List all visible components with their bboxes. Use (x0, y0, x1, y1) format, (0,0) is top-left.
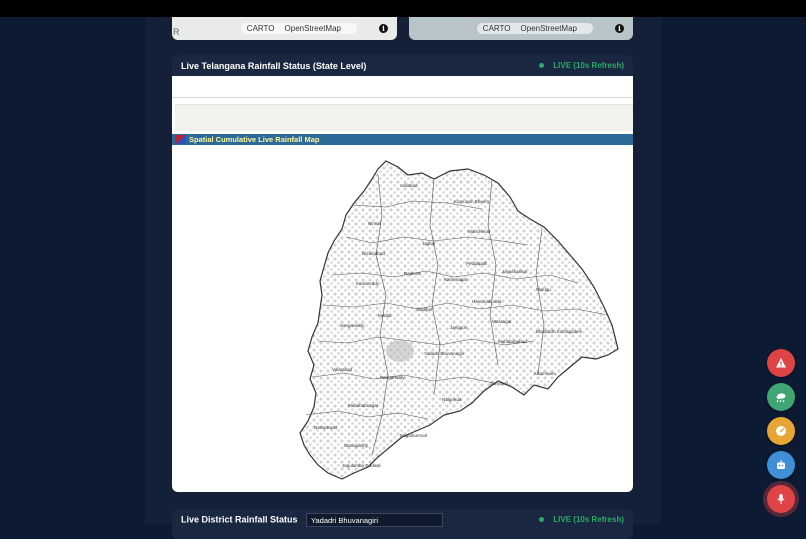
svg-text:Jagtial: Jagtial (422, 241, 435, 246)
rainfall-button[interactable] (767, 383, 795, 411)
voice-button[interactable] (767, 485, 795, 513)
svg-text:Kamareddy: Kamareddy (356, 281, 380, 286)
live-label: LIVE (10s Refresh) (553, 515, 624, 524)
svg-text:Nagarkurnool: Nagarkurnool (400, 433, 427, 438)
live-indicator: LIVE (10s Refresh) (539, 61, 624, 70)
svg-text:Nirmal: Nirmal (368, 221, 381, 226)
gauge-button[interactable] (767, 417, 795, 445)
map-title-bar: Spatial Cumulative Live Rainfall Map (172, 134, 633, 145)
svg-text:Nalgonda: Nalgonda (442, 397, 462, 402)
mini-map-right[interactable]: CARTO OpenStreetMap i (409, 17, 633, 40)
svg-text:Warangal: Warangal (492, 319, 511, 324)
panel-header: Live Telangana Rainfall Status (State Le… (172, 55, 633, 76)
svg-text:Sangareddy: Sangareddy (340, 323, 365, 328)
svg-text:Mancherial: Mancherial (468, 229, 490, 234)
warning-icon (776, 358, 786, 368)
svg-text:Nizamabad: Nizamabad (362, 251, 385, 256)
live-dot-icon (539, 63, 545, 68)
live-dot-icon (539, 517, 545, 522)
district-select[interactable]: Yadadri Bhuvanagiri (306, 512, 444, 527)
map-attribution: CARTO OpenStreetMap (240, 23, 357, 34)
panel-header: Live District Rainfall Status Yadadri Bh… (172, 509, 633, 530)
frame-toolbar-strip (175, 104, 633, 131)
svg-text:Jangaon: Jangaon (450, 325, 468, 330)
rain-cloud-icon (776, 393, 786, 403)
map-title: Spatial Cumulative Live Rainfall Map (189, 135, 320, 144)
svg-text:Narayanpet: Narayanpet (314, 425, 338, 430)
top-black-bar (0, 0, 806, 17)
svg-text:Siddipet: Siddipet (416, 307, 433, 312)
district-rainfall-panel: Live District Rainfall Status Yadadri Bh… (172, 509, 633, 539)
divider (172, 97, 633, 98)
svg-text:Kumuram Bheem: Kumuram Bheem (454, 199, 489, 204)
svg-text:Rangareddy: Rangareddy (380, 375, 405, 380)
svg-text:Hanumakonda: Hanumakonda (472, 299, 502, 304)
svg-text:Suryapet: Suryapet (490, 381, 509, 386)
svg-text:Vikarabad: Vikarabad (332, 367, 353, 372)
info-icon[interactable]: i (615, 24, 624, 33)
osm-link[interactable]: OpenStreetMap (285, 24, 341, 33)
svg-text:Wanaparthy: Wanaparthy (344, 443, 369, 448)
svg-text:Peddapalli: Peddapalli (466, 261, 487, 266)
svg-text:Khammam: Khammam (534, 371, 556, 376)
alert-button[interactable] (767, 349, 795, 377)
chatbot-button[interactable] (767, 451, 795, 479)
embedded-rainfall-frame[interactable]: Spatial Cumulative Live Rainfall Map Adi… (172, 76, 633, 492)
svg-text:Rajanna: Rajanna (404, 271, 421, 276)
svg-text:Yadadri Bhuvanagiri: Yadadri Bhuvanagiri (424, 351, 464, 356)
svg-text:Medak: Medak (378, 313, 392, 318)
svg-text:Jayashankar: Jayashankar (502, 269, 528, 274)
svg-text:Jogulamba Gadwal: Jogulamba Gadwal (342, 463, 381, 468)
map-edge-label: R (173, 27, 180, 37)
mini-map-left[interactable]: R CARTO OpenStreetMap i (172, 17, 397, 40)
panel-title: Live Telangana Rainfall Status (State Le… (181, 60, 367, 71)
svg-text:Mulugu: Mulugu (536, 287, 551, 292)
map-flag-icon (175, 135, 186, 144)
live-label: LIVE (10s Refresh) (553, 61, 624, 70)
panel-title: Live District Rainfall Status (181, 513, 298, 524)
robot-icon (777, 460, 785, 469)
map-attribution: CARTO OpenStreetMap (476, 23, 593, 34)
carto-link[interactable]: CARTO (247, 24, 275, 33)
microphone-icon (777, 494, 785, 504)
state-outline (299, 160, 619, 480)
gauge-icon (776, 426, 786, 436)
hyderabad-cluster (386, 340, 414, 362)
info-icon[interactable]: i (379, 24, 388, 33)
svg-text:Karimnagar: Karimnagar (444, 277, 468, 282)
state-rainfall-panel: Live Telangana Rainfall Status (State Le… (172, 55, 633, 492)
svg-text:Mahabubnagar: Mahabubnagar (348, 403, 379, 408)
live-indicator: LIVE (10s Refresh) (539, 515, 624, 524)
carto-link[interactable]: CARTO (483, 24, 511, 33)
osm-link[interactable]: OpenStreetMap (521, 24, 577, 33)
svg-text:Adilabad: Adilabad (400, 183, 418, 188)
svg-text:Bhadradri Kothagudem: Bhadradri Kothagudem (536, 329, 583, 334)
svg-text:Mahabubabad: Mahabubabad (498, 339, 527, 344)
telangana-rainfall-map[interactable]: Adilabad Kumuram Bheem Mancherial Nirmal… (172, 145, 633, 492)
